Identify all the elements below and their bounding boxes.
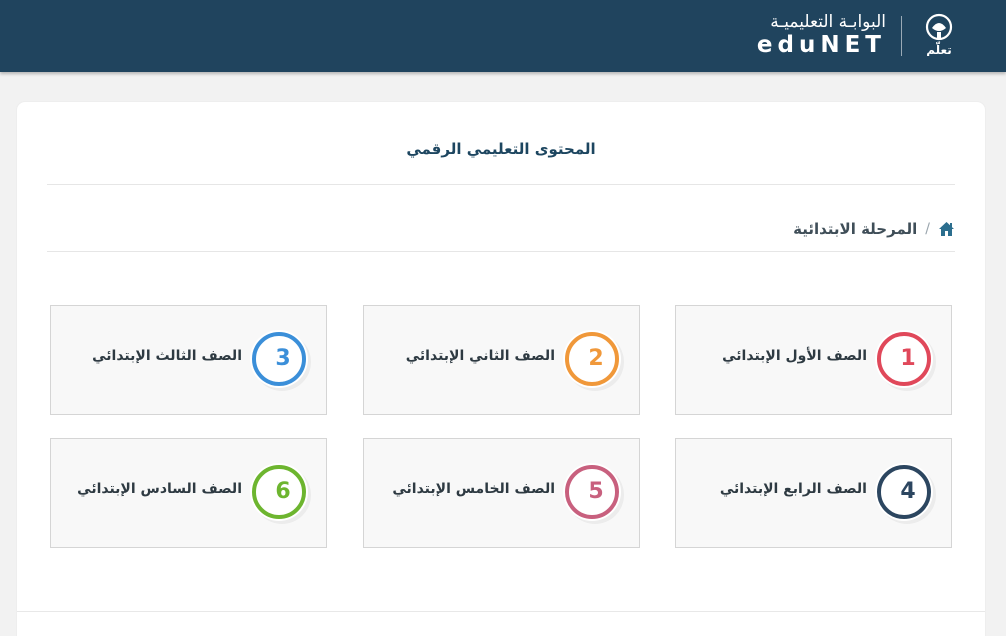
grade-label: الصف الثالث الإبتدائي [92,348,242,364]
grade-number: 5 [588,479,604,504]
grade-card-2[interactable]: 2 الصف الثاني الإبتدائي [363,305,640,415]
grade-label: الصف الخامس الإبتدائي [392,481,555,497]
logo-emblem-icon: تعلّم [925,13,953,56]
brand-arabic: البوابـة التعليميـة [770,12,886,32]
grade-number: 3 [275,346,291,371]
grade-number: 2 [588,346,604,371]
grade-number: 1 [900,346,916,371]
grade-label: الصف الثاني الإبتدائي [405,348,555,364]
grade-number-badge: 5 [563,463,621,521]
grade-number-badge: 2 [563,330,621,388]
divider [47,184,955,185]
top-header: تعلّم البوابـة التعليميـة eduNET [0,0,1006,72]
grade-number: 4 [900,479,916,504]
home-icon[interactable] [938,221,955,237]
page-title: المحتوى التعليمي الرقمي [406,140,596,158]
brand-english: eduNET [756,32,886,58]
content-card: المحتوى التعليمي الرقمي / المرحلة الابتد… [17,102,985,636]
grade-card-3[interactable]: 3 الصف الثالث الإبتدائي [50,305,327,415]
breadcrumb-separator: / [925,221,930,237]
breadcrumb-current: المرحلة الابتدائية [793,220,918,238]
grade-label: الصف الأول الإبتدائي [722,348,867,364]
grade-label: الصف الرابع الإبتدائي [719,481,867,497]
logo-text: تعلّم [926,40,952,56]
grade-number: 6 [275,479,291,504]
grade-number-badge: 3 [250,330,308,388]
divider [47,251,955,252]
logo-divider [901,16,902,56]
grade-card-1[interactable]: 1 الصف الأول الإبتدائي [675,305,952,415]
grade-card-4[interactable]: 4 الصف الرابع الإبتدائي [675,438,952,548]
grade-number-badge: 1 [875,330,933,388]
grade-card-6[interactable]: 6 الصف السادس الإبتدائي [50,438,327,548]
divider [17,611,985,612]
grade-number-badge: 6 [250,463,308,521]
grade-label: الصف السادس الإبتدائي [77,481,242,497]
breadcrumb: / المرحلة الابتدائية [793,220,955,238]
grade-number-badge: 4 [875,463,933,521]
grade-card-5[interactable]: 5 الصف الخامس الإبتدائي [363,438,640,548]
